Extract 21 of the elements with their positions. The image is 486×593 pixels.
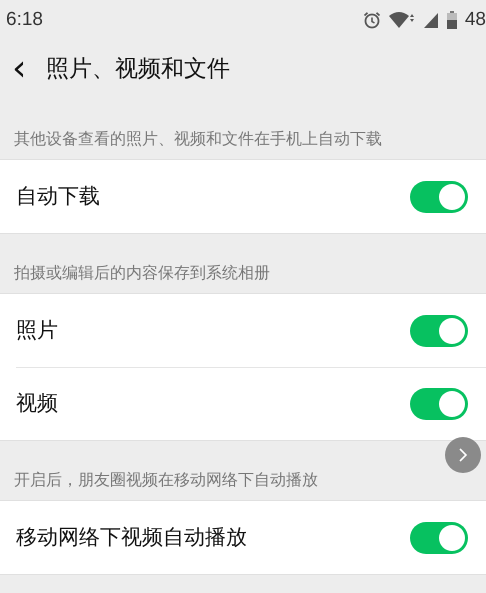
setting-label: 自动下载 bbox=[16, 182, 100, 210]
back-button[interactable]: ‹ bbox=[0, 51, 40, 87]
wifi-icon bbox=[388, 11, 415, 29]
signal-icon bbox=[422, 11, 439, 29]
toggle-switch[interactable] bbox=[410, 180, 468, 212]
chevron-right-icon bbox=[458, 447, 468, 463]
section-note: 拍摄或编辑后的内容保存到系统相册 bbox=[14, 262, 270, 284]
next-button[interactable] bbox=[445, 437, 481, 473]
toggle-switch[interactable] bbox=[410, 522, 468, 554]
alarm-icon bbox=[362, 11, 381, 29]
setting-label: 移动网络下视频自动播放 bbox=[16, 524, 247, 551]
setting-label: 视频 bbox=[16, 390, 58, 417]
status-time: 6:18 bbox=[6, 8, 43, 32]
section-note: 其他设备查看的照片、视频和文件在手机上自动下载 bbox=[14, 128, 382, 150]
toggle-switch[interactable] bbox=[410, 388, 468, 420]
page-title: 照片、视频和文件 bbox=[46, 54, 230, 84]
setting-label: 照片 bbox=[16, 316, 58, 344]
battery-percent: 48 bbox=[464, 8, 486, 32]
toggle-switch[interactable] bbox=[410, 314, 468, 346]
section-note: 开启后，朋友圈视频在移动网络下自动播放 bbox=[14, 469, 318, 491]
battery-icon bbox=[446, 11, 457, 29]
